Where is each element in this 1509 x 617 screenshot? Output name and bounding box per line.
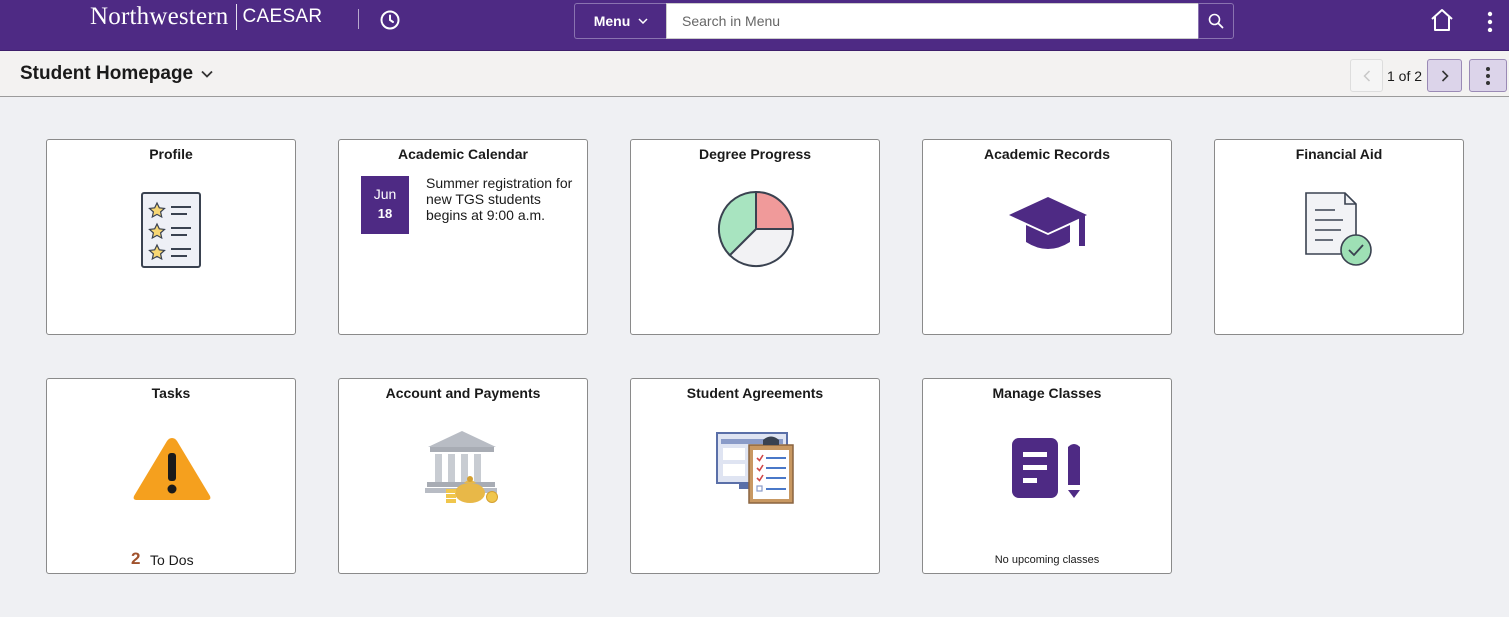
previous-page-button[interactable]: [1350, 59, 1383, 92]
tile-financial-aid[interactable]: Financial Aid: [1214, 139, 1464, 335]
menu-button[interactable]: Menu: [574, 3, 667, 39]
todo-label: To Dos: [150, 552, 194, 568]
tile-academic-records[interactable]: Academic Records: [922, 139, 1172, 335]
clipboard-checklist-icon: [716, 432, 794, 504]
tile-title: Academic Records: [983, 146, 1111, 162]
page-actions-button[interactable]: [1469, 59, 1507, 92]
todo-count: 2: [131, 549, 141, 568]
brand-logo[interactable]: Northwestern CAESAR: [90, 3, 322, 31]
search-icon: [1208, 13, 1224, 29]
top-banner: Northwestern CAESAR Menu: [0, 0, 1509, 51]
brand-northwestern: Northwestern: [90, 3, 229, 30]
bank-money-icon: [425, 431, 498, 503]
tile-tasks[interactable]: Tasks 2 To Dos: [46, 378, 296, 574]
tile-degree-progress[interactable]: Degree Progress: [630, 139, 880, 335]
tile-title: Manage Classes: [992, 385, 1102, 401]
tile-title: Account and Payments: [385, 385, 541, 401]
kebab-menu-icon: [1486, 66, 1490, 85]
document-check-icon: [1305, 192, 1372, 266]
tile-title: Degree Progress: [698, 146, 812, 162]
page-indicator: 1 of 2: [1387, 68, 1423, 84]
event-month: Jun: [373, 186, 397, 202]
chevron-down-icon: [638, 18, 648, 24]
pie-chart-icon: [717, 190, 795, 268]
tile-title: Student Agreements: [686, 385, 824, 401]
homepage-selector[interactable]: Student Homepage: [20, 63, 213, 85]
tile-profile[interactable]: Profile: [46, 139, 296, 335]
page-title: Student Homepage: [20, 63, 194, 84]
kebab-menu-icon: [1487, 11, 1493, 32]
tile-title: Academic Calendar: [398, 146, 528, 162]
tile-title: Financial Aid: [1295, 146, 1383, 162]
notepad-pencil-icon: [1012, 438, 1080, 498]
home-icon[interactable]: [1429, 7, 1455, 33]
history-clock-icon[interactable]: [379, 9, 401, 31]
chevron-down-icon: [201, 70, 213, 78]
chevron-right-icon: [1441, 69, 1449, 82]
search-input[interactable]: [666, 3, 1199, 39]
chevron-left-icon: [1362, 69, 1370, 82]
event-description: Summer registration for new TGS students…: [426, 175, 573, 223]
brand-divider: [236, 4, 238, 30]
graduation-cap-icon: [1009, 197, 1087, 249]
menu-button-label: Menu: [593, 13, 631, 29]
event-day: 18: [377, 206, 393, 221]
calendar-date-icon: Jun 18: [361, 176, 409, 234]
tile-title: Tasks: [151, 385, 191, 401]
tile-student-agreements[interactable]: Student Agreements: [630, 378, 880, 574]
next-page-button[interactable]: [1427, 59, 1462, 92]
warning-icon: [133, 438, 211, 500]
profile-list-icon: [141, 192, 201, 268]
actions-menu-button[interactable]: [1480, 8, 1500, 34]
classes-status: No upcoming classes: [994, 554, 1100, 566]
header-divider: [358, 9, 359, 29]
tile-academic-calendar[interactable]: Academic Calendar Jun 18 Summer registra…: [338, 139, 588, 335]
page-header: Student Homepage 1 of 2: [0, 51, 1509, 97]
search-button[interactable]: [1198, 3, 1234, 39]
tile-manage-classes[interactable]: Manage Classes No upcoming classes: [922, 378, 1172, 574]
tile-title: Profile: [149, 146, 193, 162]
brand-caesar: CAESAR: [242, 6, 323, 27]
tile-account-and-payments[interactable]: Account and Payments: [338, 378, 588, 574]
